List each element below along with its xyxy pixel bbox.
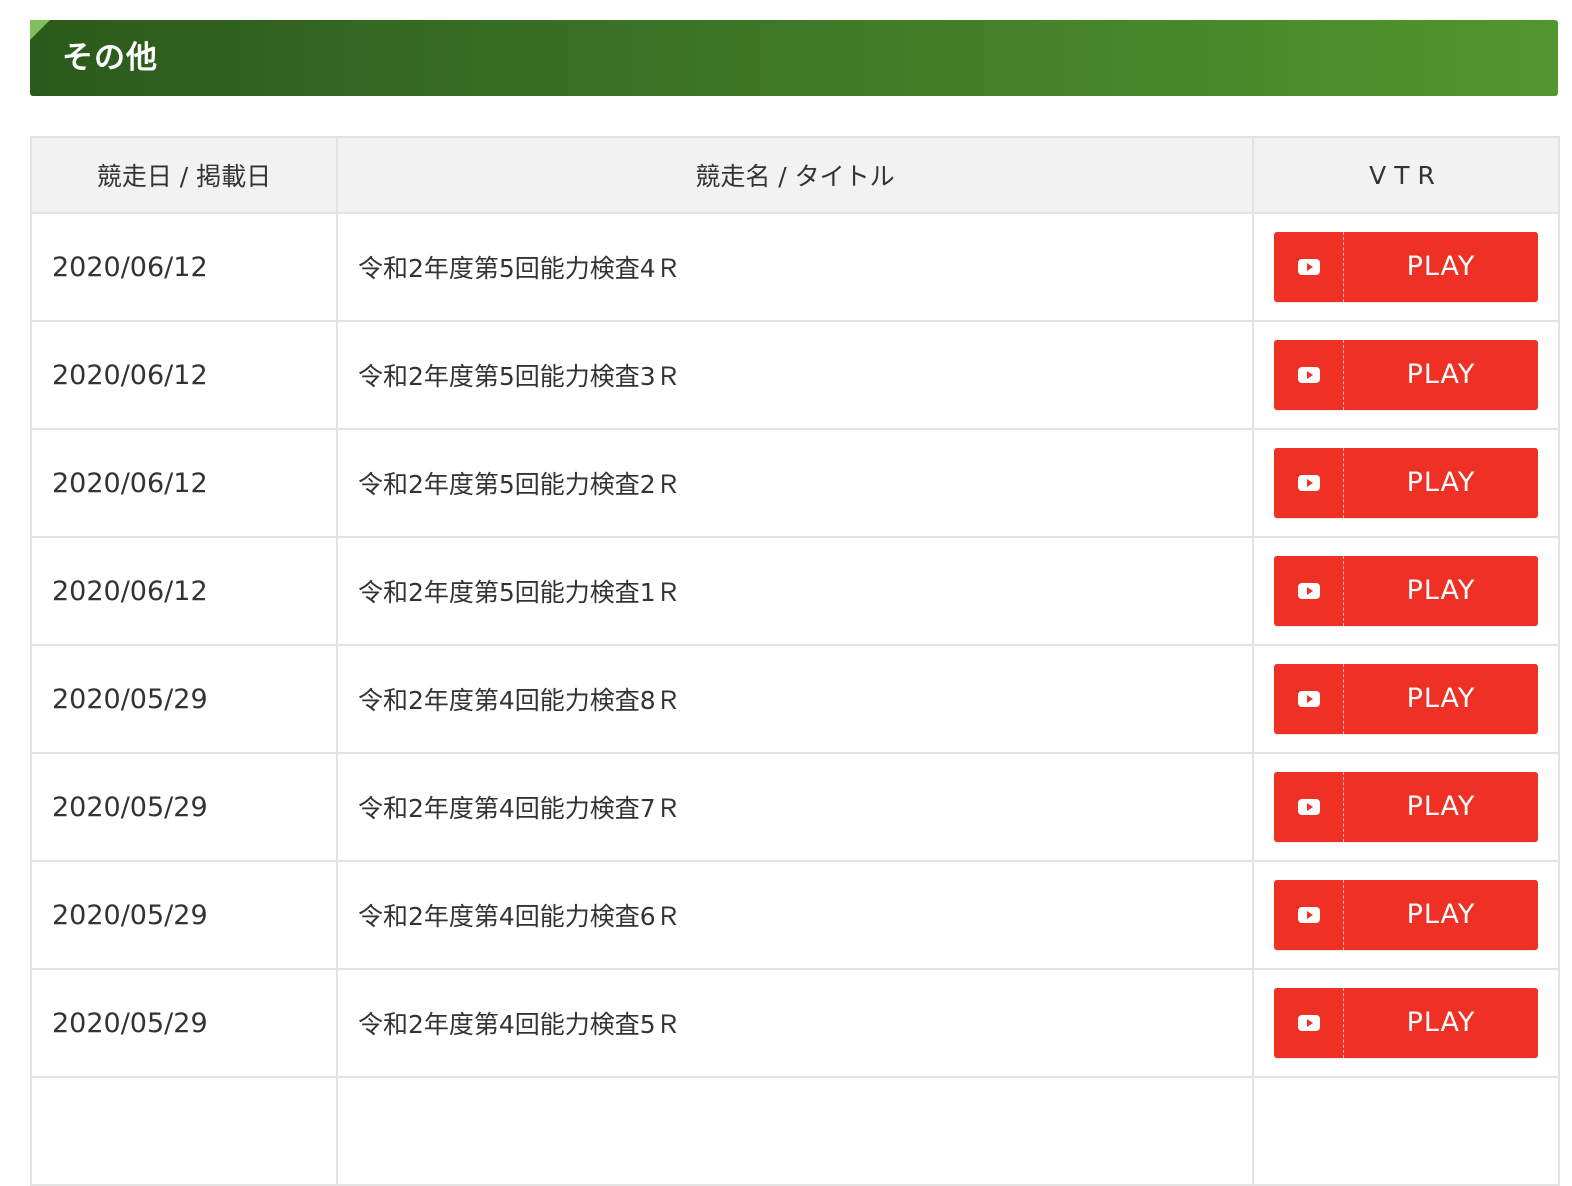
race-date: 2020/05/29 — [30, 752, 338, 862]
play-button-label: PLAY — [1406, 791, 1476, 822]
youtube-play-icon — [1298, 799, 1320, 815]
play-button-label: PLAY — [1406, 251, 1476, 282]
vtr-table: 競走日 / 掲載日 競走名 / タイトル VTR 2020/06/12 令和2年度… — [30, 136, 1560, 1186]
column-header-title: 競走名 / タイトル — [336, 136, 1254, 214]
race-title: 令和2年度第5回能力検査1Ｒ — [336, 536, 1254, 646]
race-date: 2020/06/12 — [30, 320, 338, 430]
vtr-cell: PLAY — [1252, 860, 1560, 970]
play-icon-container — [1274, 664, 1344, 734]
race-title: 令和2年度第5回能力検査3Ｒ — [336, 320, 1254, 430]
play-button[interactable]: PLAY — [1274, 340, 1538, 410]
race-date — [30, 1076, 338, 1186]
vtr-cell: PLAY — [1252, 968, 1560, 1078]
column-header-date: 競走日 / 掲載日 — [30, 136, 338, 214]
table-row: 2020/06/12 令和2年度第5回能力検査1Ｒ PLAY — [30, 536, 1560, 646]
play-icon-container — [1274, 448, 1344, 518]
section-header: その他 — [30, 20, 1558, 96]
race-date: 2020/05/29 — [30, 644, 338, 754]
race-title: 令和2年度第4回能力検査5Ｒ — [336, 968, 1254, 1078]
play-icon-container — [1274, 880, 1344, 950]
vtr-cell: PLAY — [1252, 644, 1560, 754]
play-button[interactable]: PLAY — [1274, 664, 1538, 734]
vtr-cell: PLAY — [1252, 536, 1560, 646]
youtube-play-icon — [1298, 583, 1320, 599]
vtr-cell — [1252, 1076, 1560, 1186]
play-button-label: PLAY — [1406, 467, 1476, 498]
race-title: 令和2年度第4回能力検査6Ｒ — [336, 860, 1254, 970]
play-icon-container — [1274, 988, 1344, 1058]
table-row: 2020/06/12 令和2年度第5回能力検査4Ｒ PLAY — [30, 212, 1560, 322]
table-body: 2020/06/12 令和2年度第5回能力検査4Ｒ PLAY 2020/06/12 令和… — [30, 212, 1560, 1186]
race-date: 2020/06/12 — [30, 536, 338, 646]
race-title: 令和2年度第4回能力検査7Ｒ — [336, 752, 1254, 862]
play-icon-container — [1274, 772, 1344, 842]
race-title: 令和2年度第5回能力検査2Ｒ — [336, 428, 1254, 538]
header-corner-decoration — [30, 20, 50, 40]
play-button[interactable]: PLAY — [1274, 556, 1538, 626]
table-row: 2020/05/29 令和2年度第4回能力検査6Ｒ PLAY — [30, 860, 1560, 970]
race-date: 2020/05/29 — [30, 860, 338, 970]
vtr-cell: PLAY — [1252, 428, 1560, 538]
table-row: 2020/06/12 令和2年度第5回能力検査2Ｒ PLAY — [30, 428, 1560, 538]
youtube-play-icon — [1298, 475, 1320, 491]
vtr-cell: PLAY — [1252, 212, 1560, 322]
youtube-play-icon — [1298, 367, 1320, 383]
column-header-vtr: VTR — [1252, 136, 1560, 214]
race-title: 令和2年度第5回能力検査4Ｒ — [336, 212, 1254, 322]
youtube-play-icon — [1298, 259, 1320, 275]
play-button-label: PLAY — [1406, 1007, 1476, 1038]
table-row: 2020/05/29 令和2年度第4回能力検査5Ｒ PLAY — [30, 968, 1560, 1078]
table-row: 2020/05/29 令和2年度第4回能力検査7Ｒ PLAY — [30, 752, 1560, 862]
play-button-label: PLAY — [1406, 359, 1476, 390]
play-button[interactable]: PLAY — [1274, 772, 1538, 842]
youtube-play-icon — [1298, 691, 1320, 707]
play-button-label: PLAY — [1406, 899, 1476, 930]
youtube-play-icon — [1298, 907, 1320, 923]
table-row: 2020/05/29 令和2年度第4回能力検査8Ｒ PLAY — [30, 644, 1560, 754]
vtr-cell: PLAY — [1252, 320, 1560, 430]
race-title: 令和2年度第4回能力検査8Ｒ — [336, 644, 1254, 754]
table-row — [30, 1076, 1560, 1186]
play-button-label: PLAY — [1406, 575, 1476, 606]
play-button[interactable]: PLAY — [1274, 232, 1538, 302]
table-row: 2020/06/12 令和2年度第5回能力検査3Ｒ PLAY — [30, 320, 1560, 430]
play-icon-container — [1274, 232, 1344, 302]
section-title: その他 — [62, 40, 158, 76]
play-button-label: PLAY — [1406, 683, 1476, 714]
race-title — [336, 1076, 1254, 1186]
youtube-play-icon — [1298, 1015, 1320, 1031]
race-date: 2020/06/12 — [30, 212, 338, 322]
play-button[interactable]: PLAY — [1274, 880, 1538, 950]
race-date: 2020/05/29 — [30, 968, 338, 1078]
table-header-row: 競走日 / 掲載日 競走名 / タイトル VTR — [30, 136, 1560, 214]
play-button[interactable]: PLAY — [1274, 988, 1538, 1058]
race-date: 2020/06/12 — [30, 428, 338, 538]
play-icon-container — [1274, 556, 1344, 626]
play-icon-container — [1274, 340, 1344, 410]
vtr-cell: PLAY — [1252, 752, 1560, 862]
play-button[interactable]: PLAY — [1274, 448, 1538, 518]
